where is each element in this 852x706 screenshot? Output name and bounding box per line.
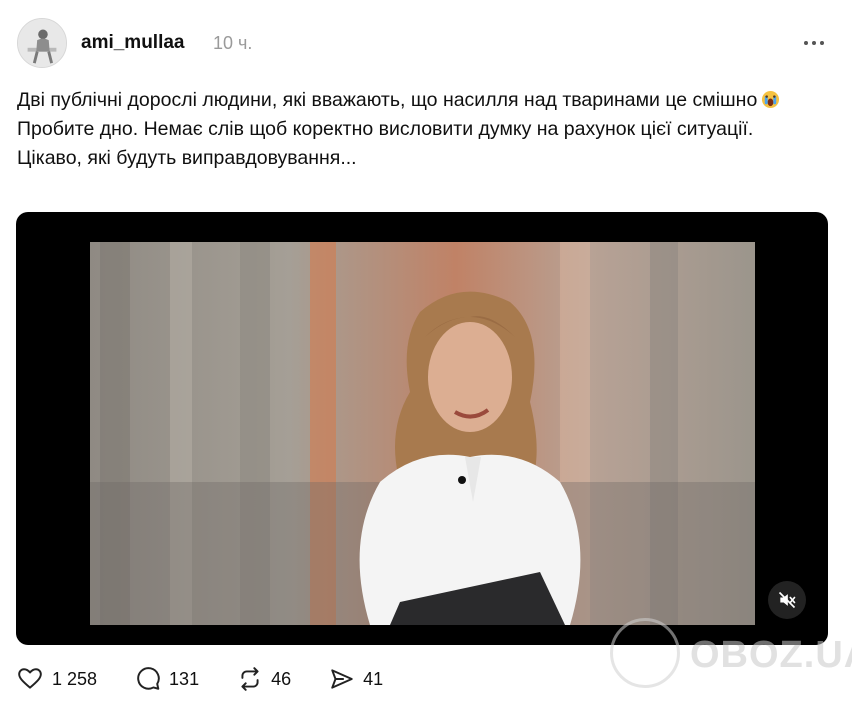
send-icon	[331, 669, 353, 689]
post-text-line: Цікаво, які будуть виправдовування...	[17, 147, 357, 169]
like-button[interactable]: 1 258	[17, 666, 97, 692]
comment-button[interactable]: 131	[135, 666, 199, 692]
speaker-muted-icon	[778, 591, 796, 609]
comment-count: 131	[169, 668, 200, 689]
post-text: Дві публічні дорослі людини, які вважают…	[17, 86, 827, 173]
repost-count: 46	[271, 668, 292, 689]
like-count: 1 258	[52, 668, 98, 689]
comment-bubble-icon	[137, 667, 160, 690]
post-text-line: Дві публічні дорослі людини, які вважают…	[17, 86, 827, 115]
avatar[interactable]	[17, 18, 67, 68]
post-actions: 1 258 131 46 41	[17, 664, 421, 694]
post-text-line1: Дві публічні дорослі людини, які вважают…	[17, 89, 758, 111]
more-options-icon[interactable]	[801, 30, 827, 56]
post-header: ami_mullaa 10 ч.	[17, 18, 835, 68]
share-count: 41	[363, 668, 384, 689]
username[interactable]: ami_mullaa	[81, 32, 185, 54]
video-player[interactable]	[16, 212, 828, 645]
share-button[interactable]: 41	[329, 666, 383, 692]
crying-face-emoji-icon	[761, 89, 780, 109]
repost-icon	[241, 667, 259, 691]
mute-button[interactable]	[768, 581, 806, 619]
post-time[interactable]: 10 ч.	[213, 33, 252, 54]
post-text-line: Пробите дно. Немає слів щоб коректно вис…	[17, 118, 754, 140]
repost-button[interactable]: 46	[237, 666, 291, 692]
video-frame[interactable]	[90, 242, 755, 625]
heart-icon	[18, 668, 42, 689]
